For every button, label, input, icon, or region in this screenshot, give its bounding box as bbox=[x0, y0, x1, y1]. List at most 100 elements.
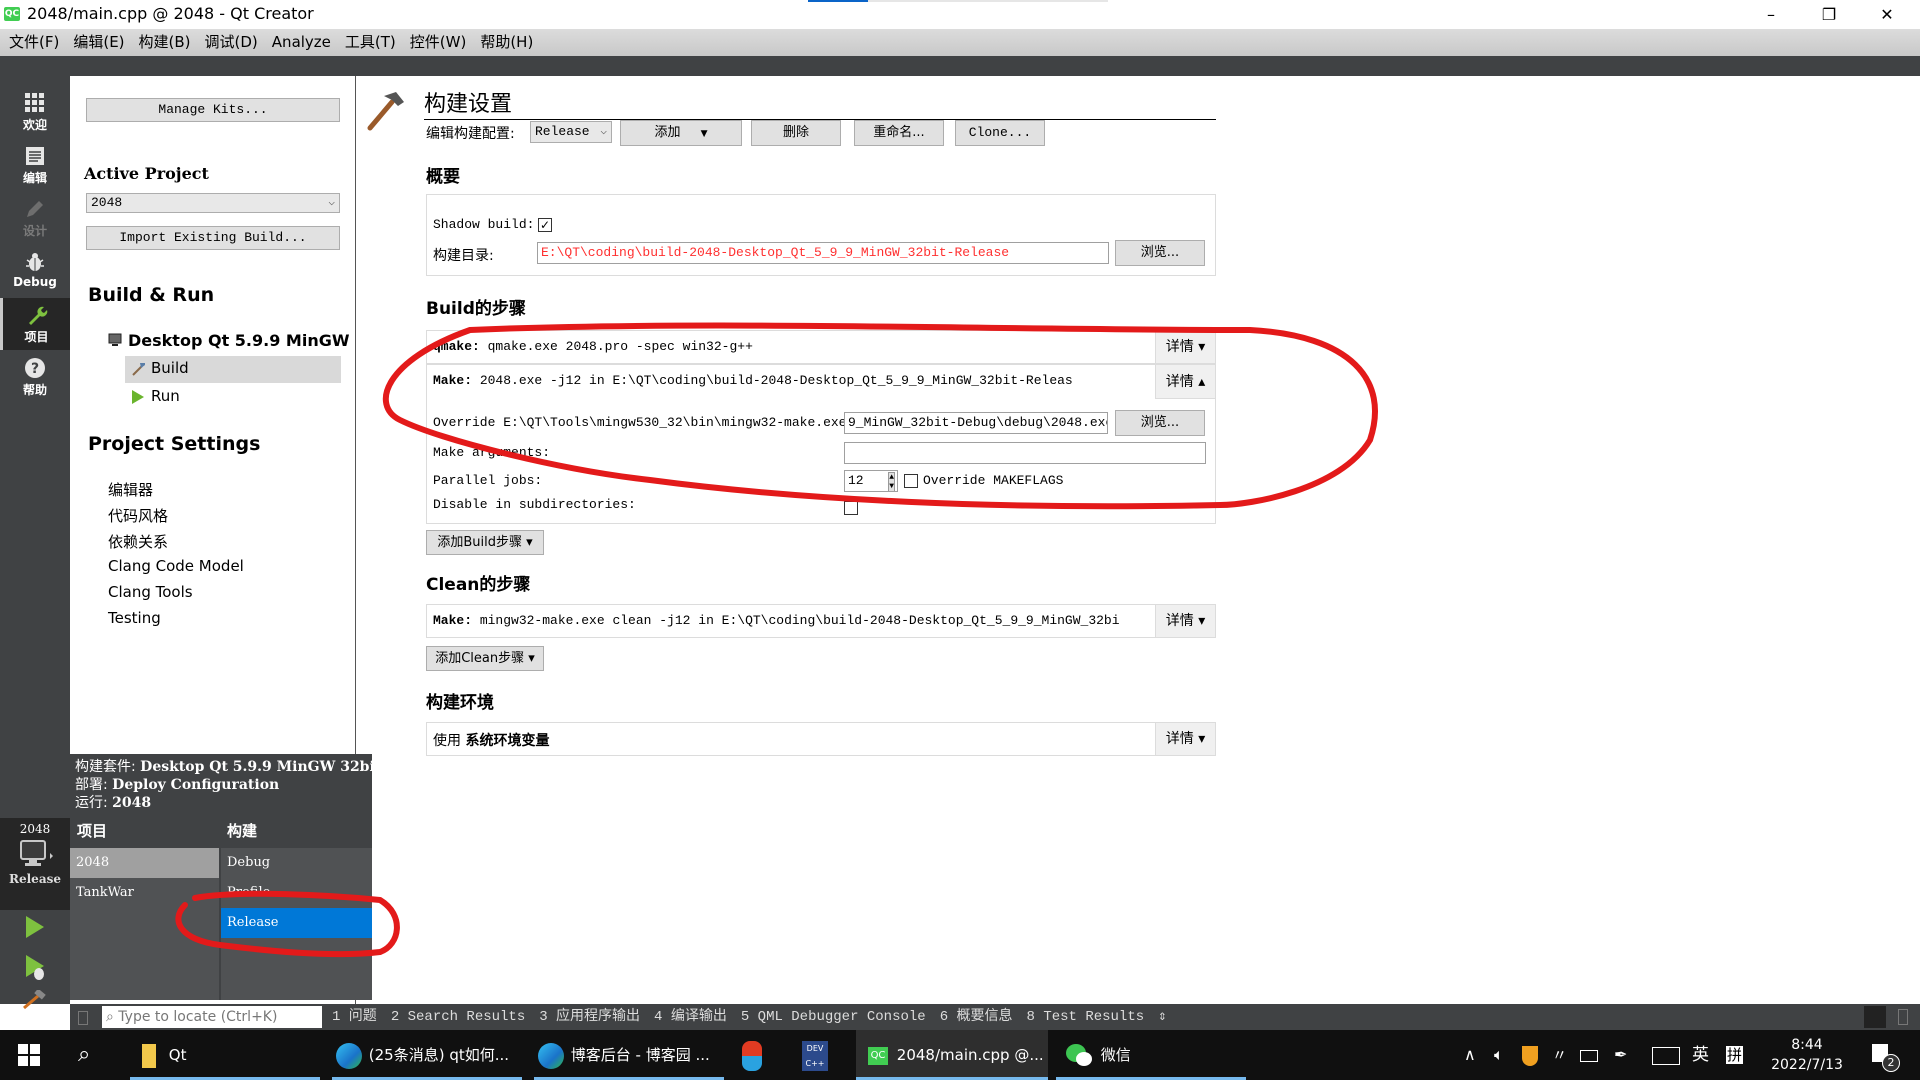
start-button[interactable] bbox=[18, 1030, 42, 1080]
ime-mode-indicator[interactable]: 拼 bbox=[1726, 1030, 1744, 1080]
settings-item-dependencies[interactable]: 依赖关系 bbox=[108, 531, 168, 552]
build-dir-input[interactable]: E:\QT\coding\build-2048-Desktop_Qt_5_9_9… bbox=[537, 242, 1109, 264]
monitor-icon bbox=[15, 840, 55, 870]
toggle-sidebar-icon[interactable] bbox=[78, 1011, 88, 1025]
mode-edit[interactable]: 编辑 bbox=[0, 139, 70, 191]
settings-item-editor[interactable]: 编辑器 bbox=[108, 479, 153, 500]
more-tabs-icon[interactable]: ⇕ bbox=[1158, 1004, 1166, 1030]
kit-selector[interactable]: 2048 Release bbox=[0, 818, 70, 910]
menu-build[interactable]: 构建(B) bbox=[132, 29, 198, 56]
settings-item-code-style[interactable]: 代码风格 bbox=[108, 505, 168, 526]
menu-help[interactable]: 帮助(H) bbox=[473, 29, 540, 56]
settings-item-clang-tools[interactable]: Clang Tools bbox=[108, 583, 193, 601]
taskbar-item-qt-creator[interactable]: QC 2048/main.cpp @... bbox=[856, 1030, 1048, 1080]
output-tab-search-results[interactable]: 2 Search Results bbox=[391, 1004, 525, 1030]
battery-icon[interactable] bbox=[1580, 1030, 1598, 1080]
menu-analyze[interactable]: Analyze bbox=[265, 29, 338, 56]
volume-icon[interactable]: 🔈︎ bbox=[1494, 1030, 1504, 1080]
run-button[interactable] bbox=[22, 914, 48, 944]
make-arguments-input[interactable] bbox=[844, 442, 1206, 464]
popup-build-item-selected[interactable]: Release bbox=[221, 908, 372, 938]
add-build-step-button[interactable]: 添加Build步骤 ▾ bbox=[426, 530, 544, 555]
security-icon[interactable] bbox=[1522, 1030, 1538, 1080]
menu-tools[interactable]: 工具(T) bbox=[338, 29, 403, 56]
overview-panel: Shadow build: ✓ 构建目录: E:\QT\coding\build… bbox=[426, 194, 1216, 276]
taskbar-item-edge-2[interactable]: 博客后台 - 博客园 ... bbox=[534, 1030, 724, 1080]
mode-welcome[interactable]: 欢迎 bbox=[0, 86, 70, 138]
maximize-button[interactable]: ❐ bbox=[1806, 0, 1852, 29]
taskbar-item-qt-folder[interactable]: Qt bbox=[130, 1030, 320, 1080]
debug-run-button[interactable] bbox=[22, 953, 48, 985]
overview-heading: 概要 bbox=[426, 167, 460, 187]
add-config-button[interactable]: 添加 ▼ bbox=[620, 120, 742, 146]
qmake-details-button[interactable]: 详情 ▾ bbox=[1155, 331, 1215, 363]
spin-arrows-icon[interactable]: ▲ ▼ bbox=[888, 472, 895, 491]
output-pane-maximize-icon[interactable] bbox=[1864, 1006, 1886, 1028]
taskbar-item-edge-1[interactable]: (25条消息) qt如何... bbox=[332, 1030, 522, 1080]
menu-window[interactable]: 控件(W) bbox=[403, 29, 474, 56]
search-button[interactable]: ⌕ bbox=[78, 1030, 102, 1080]
browse-make-button[interactable]: 浏览... bbox=[1115, 410, 1205, 436]
output-tab-qml-console[interactable]: 5 QML Debugger Console bbox=[741, 1004, 926, 1030]
clock-time: 8:44 bbox=[1791, 1037, 1823, 1053]
clean-details-button[interactable]: 详情 ▾ bbox=[1155, 605, 1215, 637]
import-existing-build-button[interactable]: Import Existing Build... bbox=[86, 226, 340, 250]
nav-run-item[interactable]: Run bbox=[125, 384, 341, 410]
browse-build-dir-button[interactable]: 浏览... bbox=[1115, 240, 1205, 266]
notification-center-button[interactable]: 2 bbox=[1868, 1030, 1904, 1080]
build-config-combo[interactable]: Release ⌵ bbox=[530, 121, 612, 143]
kit-selector-project: 2048 bbox=[19, 822, 51, 836]
minimize-button[interactable]: – bbox=[1748, 0, 1794, 29]
mode-help[interactable]: ? 帮助 bbox=[0, 351, 70, 403]
mode-projects[interactable]: 项目 bbox=[0, 298, 70, 350]
settings-item-clang-code-model[interactable]: Clang Code Model bbox=[108, 557, 244, 575]
override-make-input[interactable]: 9_MinGW_32bit-Debug\debug\2048.exe bbox=[844, 412, 1108, 434]
close-button[interactable]: ✕ bbox=[1864, 0, 1910, 29]
settings-item-testing[interactable]: Testing bbox=[108, 609, 161, 627]
popup-build-item[interactable]: Profile bbox=[221, 878, 372, 908]
clock[interactable]: 8:44 2022/7/13 bbox=[1764, 1030, 1850, 1080]
wifi-icon[interactable]: 〃 bbox=[1552, 1030, 1567, 1080]
menu-edit[interactable]: 编辑(E) bbox=[66, 29, 131, 56]
mode-design[interactable]: 设计 bbox=[0, 192, 70, 244]
disable-subdirs-checkbox[interactable] bbox=[844, 501, 858, 515]
build-config-value: Release bbox=[535, 124, 590, 139]
delete-config-button[interactable]: 删除 bbox=[751, 120, 841, 146]
pen-icon[interactable]: ✒︎ bbox=[1614, 1030, 1627, 1080]
taskbar-item-snipping[interactable] bbox=[742, 1030, 772, 1080]
popup-project-item[interactable]: 2048 bbox=[70, 848, 219, 878]
env-details-button[interactable]: 详情 ▾ bbox=[1155, 723, 1215, 755]
add-clean-step-button[interactable]: 添加Clean步骤 ▾ bbox=[426, 646, 544, 671]
popup-build-item[interactable]: Debug bbox=[221, 848, 372, 878]
output-tab-issues[interactable]: 1 问题 bbox=[332, 1004, 377, 1030]
menu-file[interactable]: 文件(F) bbox=[2, 29, 66, 56]
popup-project-item[interactable]: TankWar bbox=[70, 878, 219, 908]
build-button[interactable] bbox=[22, 988, 48, 1014]
override-makeflags-checkbox[interactable] bbox=[904, 474, 918, 488]
nav-build-item[interactable]: Build bbox=[125, 356, 341, 383]
output-tab-test-results[interactable]: 8 Test Results bbox=[1027, 1004, 1145, 1030]
clone-config-button[interactable]: Clone... bbox=[955, 120, 1045, 146]
mode-debug[interactable]: Debug bbox=[0, 245, 70, 297]
ime-language-indicator[interactable]: 英 bbox=[1692, 1030, 1709, 1080]
parallel-jobs-spinbox[interactable]: 12 ▲ ▼ bbox=[844, 470, 898, 492]
output-tab-app-output[interactable]: 3 应用程序输出 bbox=[539, 1004, 640, 1030]
kit-tree-item[interactable]: Desktop Qt 5.9.9 MinGW ... bbox=[108, 331, 373, 351]
output-tab-compile-output[interactable]: 4 编译输出 bbox=[654, 1004, 727, 1030]
keyboard-icon[interactable] bbox=[1652, 1030, 1680, 1080]
qt-creator-icon: QC bbox=[868, 1046, 888, 1065]
rename-config-button[interactable]: 重命名... bbox=[854, 120, 944, 146]
shadow-build-checkbox[interactable]: ✓ bbox=[538, 218, 552, 232]
taskbar-item-devcpp[interactable]: DEV C++ bbox=[802, 1030, 832, 1080]
manage-kits-button[interactable]: Manage Kits... bbox=[86, 98, 340, 122]
make-details-button[interactable]: 详情 ▴ bbox=[1155, 365, 1215, 399]
output-pane-bar: ⌕ Type to locate (Ctrl+K) 1 问题 2 Search R… bbox=[70, 1004, 1920, 1030]
locator-input[interactable]: ⌕ Type to locate (Ctrl+K) bbox=[102, 1006, 322, 1028]
taskbar-item-wechat[interactable]: 微信 bbox=[1056, 1030, 1246, 1080]
toggle-right-pane-icon[interactable] bbox=[1898, 1009, 1908, 1025]
menu-debug[interactable]: 调试(D) bbox=[198, 29, 265, 56]
mode-label: 设计 bbox=[22, 224, 47, 238]
tray-overflow-icon[interactable]: ∧ bbox=[1464, 1030, 1476, 1080]
output-tab-general-messages[interactable]: 6 概要信息 bbox=[940, 1004, 1013, 1030]
active-project-combo[interactable]: 2048 ⌵ bbox=[86, 193, 340, 213]
